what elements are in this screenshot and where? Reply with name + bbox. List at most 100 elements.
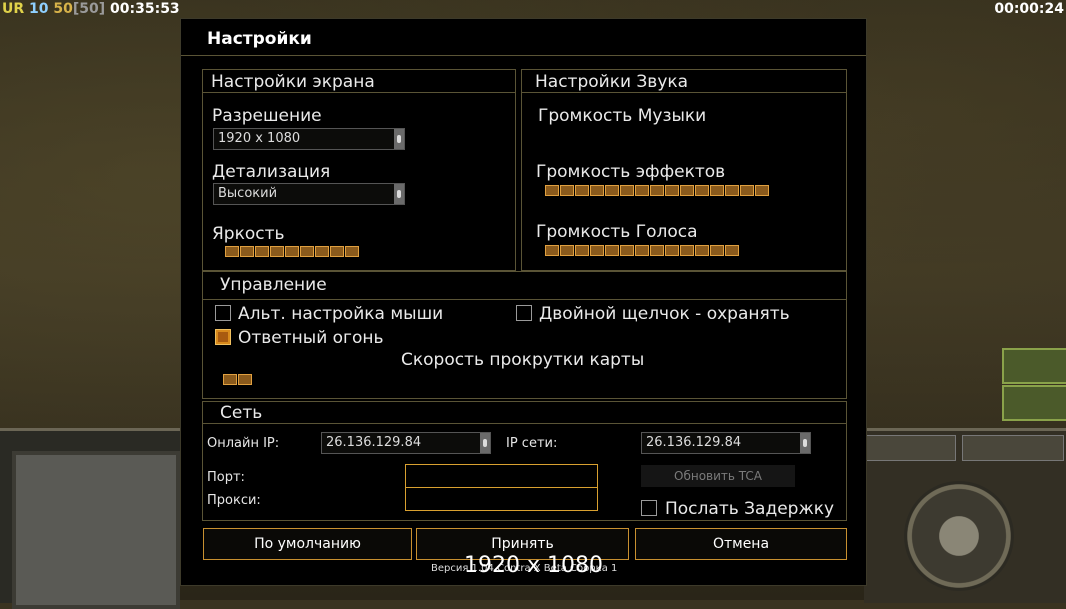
- effects-volume-segment[interactable]: [590, 185, 604, 196]
- radar-screen: [12, 451, 180, 609]
- cancel-button[interactable]: Отмена: [635, 528, 847, 560]
- voice-volume-segment[interactable]: [680, 245, 694, 256]
- proxy-label: Прокси:: [207, 493, 261, 508]
- brightness-label: Яркость: [212, 224, 285, 244]
- update-tca-button[interactable]: Обновить TCA: [641, 465, 795, 487]
- double-click-checkbox[interactable]: [516, 305, 532, 321]
- effects-volume-segment[interactable]: [635, 185, 649, 196]
- hud-value-3: [50]: [72, 1, 106, 17]
- voice-volume-segment[interactable]: [695, 245, 709, 256]
- effects-volume-segment[interactable]: [545, 185, 559, 196]
- voice-volume-segment[interactable]: [605, 245, 619, 256]
- command-panel: [864, 428, 1066, 603]
- brightness-segment[interactable]: [330, 246, 344, 257]
- double-click-label[interactable]: Двойной щелчок - охранять: [539, 304, 790, 324]
- voice-volume-segment[interactable]: [665, 245, 679, 256]
- brightness-segment[interactable]: [255, 246, 269, 257]
- lan-ip-label: IP сети:: [506, 436, 558, 451]
- control-divider: [202, 299, 847, 300]
- panel-button-arrow[interactable]: [864, 435, 956, 461]
- brightness-segment[interactable]: [270, 246, 284, 257]
- online-ip-arrow-icon[interactable]: [480, 433, 490, 453]
- detail-dropdown[interactable]: Высокий: [213, 183, 405, 205]
- unit-portrait-rank[interactable]: [1002, 385, 1066, 421]
- brightness-segment[interactable]: [300, 246, 314, 257]
- lan-ip-arrow-icon[interactable]: [800, 433, 810, 453]
- screen-settings-heading: Настройки экрана: [211, 72, 375, 92]
- detail-dropdown-arrow-icon[interactable]: [394, 184, 404, 204]
- player-stats-hud: UR 10 50[50] 00:35:53: [2, 1, 180, 17]
- voice-volume-segment[interactable]: [545, 245, 559, 256]
- network-divider: [202, 423, 847, 424]
- lan-ip-value: 26.136.129.84: [646, 435, 742, 450]
- online-ip-dropdown[interactable]: 26.136.129.84: [321, 432, 491, 454]
- radar-panel: [0, 428, 180, 609]
- voice-volume-segment[interactable]: [575, 245, 589, 256]
- detail-value: Высокий: [218, 186, 278, 201]
- voice-volume-segment[interactable]: [635, 245, 649, 256]
- voice-volume-segment[interactable]: [590, 245, 604, 256]
- scroll-speed-slider[interactable]: [223, 374, 252, 386]
- hud-value-2: 50: [53, 1, 73, 17]
- sound-settings-heading: Настройки Звука: [535, 72, 689, 92]
- effects-volume-segment[interactable]: [725, 185, 739, 196]
- effects-volume-segment[interactable]: [680, 185, 694, 196]
- effects-volume-segment[interactable]: [665, 185, 679, 196]
- effects-volume-segment[interactable]: [605, 185, 619, 196]
- voice-volume-segment[interactable]: [650, 245, 664, 256]
- voice-volume-segment[interactable]: [725, 245, 739, 256]
- hud-timer: 00:00:24: [994, 1, 1064, 17]
- unit-portrait-general[interactable]: [1002, 348, 1066, 384]
- resolution-label: Разрешение: [212, 106, 322, 126]
- settings-dialog: Настройки Настройки экрана Разрешение 19…: [180, 18, 867, 586]
- return-fire-checkbox[interactable]: [215, 329, 231, 345]
- send-delay-checkbox[interactable]: [641, 500, 657, 516]
- alt-mouse-checkbox[interactable]: [215, 305, 231, 321]
- online-ip-value: 26.136.129.84: [326, 435, 422, 450]
- panel-dial: [904, 481, 1014, 591]
- voice-volume-segment[interactable]: [560, 245, 574, 256]
- default-button[interactable]: По умолчанию: [203, 528, 412, 560]
- effects-volume-segment[interactable]: [710, 185, 724, 196]
- dialog-title: Настройки: [207, 29, 312, 49]
- brightness-slider[interactable]: [225, 246, 359, 258]
- resolution-dropdown-arrow-icon[interactable]: [394, 129, 404, 149]
- return-fire-label[interactable]: Ответный огонь: [238, 328, 384, 348]
- scroll-speed-label: Скорость прокрутки карты: [401, 350, 645, 370]
- alt-mouse-label[interactable]: Альт. настройка мыши: [238, 304, 443, 324]
- effects-volume-segment[interactable]: [560, 185, 574, 196]
- hud-ur: UR: [2, 1, 25, 17]
- effects-volume-slider[interactable]: [545, 185, 769, 197]
- brightness-segment[interactable]: [345, 246, 359, 257]
- effects-volume-segment[interactable]: [620, 185, 634, 196]
- brightness-segment[interactable]: [285, 246, 299, 257]
- effects-volume-label: Громкость эффектов: [536, 162, 726, 182]
- online-ip-label: Онлайн IP:: [207, 436, 280, 451]
- lan-ip-dropdown[interactable]: 26.136.129.84: [641, 432, 811, 454]
- resolution-dropdown[interactable]: 1920 x 1080: [213, 128, 405, 150]
- send-delay-label[interactable]: Послать Задержку: [665, 499, 834, 519]
- brightness-segment[interactable]: [315, 246, 329, 257]
- scroll-speed-segment[interactable]: [223, 374, 237, 385]
- voice-volume-segment[interactable]: [710, 245, 724, 256]
- effects-volume-segment[interactable]: [695, 185, 709, 196]
- hud-value-1: 10: [29, 1, 49, 17]
- brightness-segment[interactable]: [240, 246, 254, 257]
- effects-volume-segment[interactable]: [650, 185, 664, 196]
- voice-volume-slider[interactable]: [545, 245, 739, 257]
- port-label: Порт:: [207, 470, 245, 485]
- proxy-input[interactable]: [405, 487, 598, 511]
- title-divider: [181, 55, 866, 56]
- brightness-segment[interactable]: [225, 246, 239, 257]
- voice-volume-label: Громкость Голоса: [536, 222, 698, 242]
- effects-volume-segment[interactable]: [740, 185, 754, 196]
- scroll-speed-segment[interactable]: [238, 374, 252, 385]
- music-volume-label: Громкость Музыки: [538, 106, 707, 126]
- panel-button-stars[interactable]: [962, 435, 1064, 461]
- resolution-overlay-text: 1920 x 1080: [464, 553, 603, 578]
- effects-volume-segment[interactable]: [755, 185, 769, 196]
- voice-volume-segment[interactable]: [620, 245, 634, 256]
- resolution-value: 1920 x 1080: [218, 131, 301, 146]
- effects-volume-segment[interactable]: [575, 185, 589, 196]
- network-heading: Сеть: [220, 403, 263, 423]
